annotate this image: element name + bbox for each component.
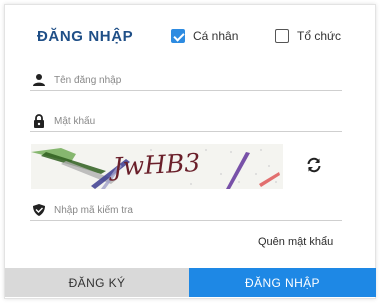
organization-checkbox[interactable]: [275, 29, 289, 43]
user-icon: [30, 72, 48, 88]
personal-label: Cá nhân: [193, 29, 239, 43]
lock-icon: [30, 113, 48, 129]
captcha-input[interactable]: [54, 204, 342, 216]
personal-checkbox[interactable]: [171, 29, 185, 43]
organization-option[interactable]: Tổ chức: [275, 29, 341, 43]
captcha-field[interactable]: [30, 200, 342, 221]
forgot-password-link[interactable]: Quên mật khẩu: [258, 236, 333, 248]
organization-label: Tổ chức: [297, 29, 342, 43]
register-button[interactable]: ĐĂNG KÝ: [5, 268, 189, 297]
captcha-image: JwHB3: [31, 144, 283, 189]
username-input[interactable]: [54, 74, 342, 86]
captcha-text: JwHB3: [107, 148, 201, 182]
username-field[interactable]: [30, 70, 342, 91]
password-input[interactable]: [54, 115, 342, 127]
shield-icon: [30, 202, 48, 218]
form-title: ĐĂNG NHẬP: [37, 28, 134, 45]
login-button[interactable]: ĐĂNG NHẬP: [189, 268, 376, 297]
password-field[interactable]: [30, 111, 342, 132]
personal-option[interactable]: Cá nhân: [171, 29, 238, 43]
refresh-icon[interactable]: [305, 156, 323, 174]
